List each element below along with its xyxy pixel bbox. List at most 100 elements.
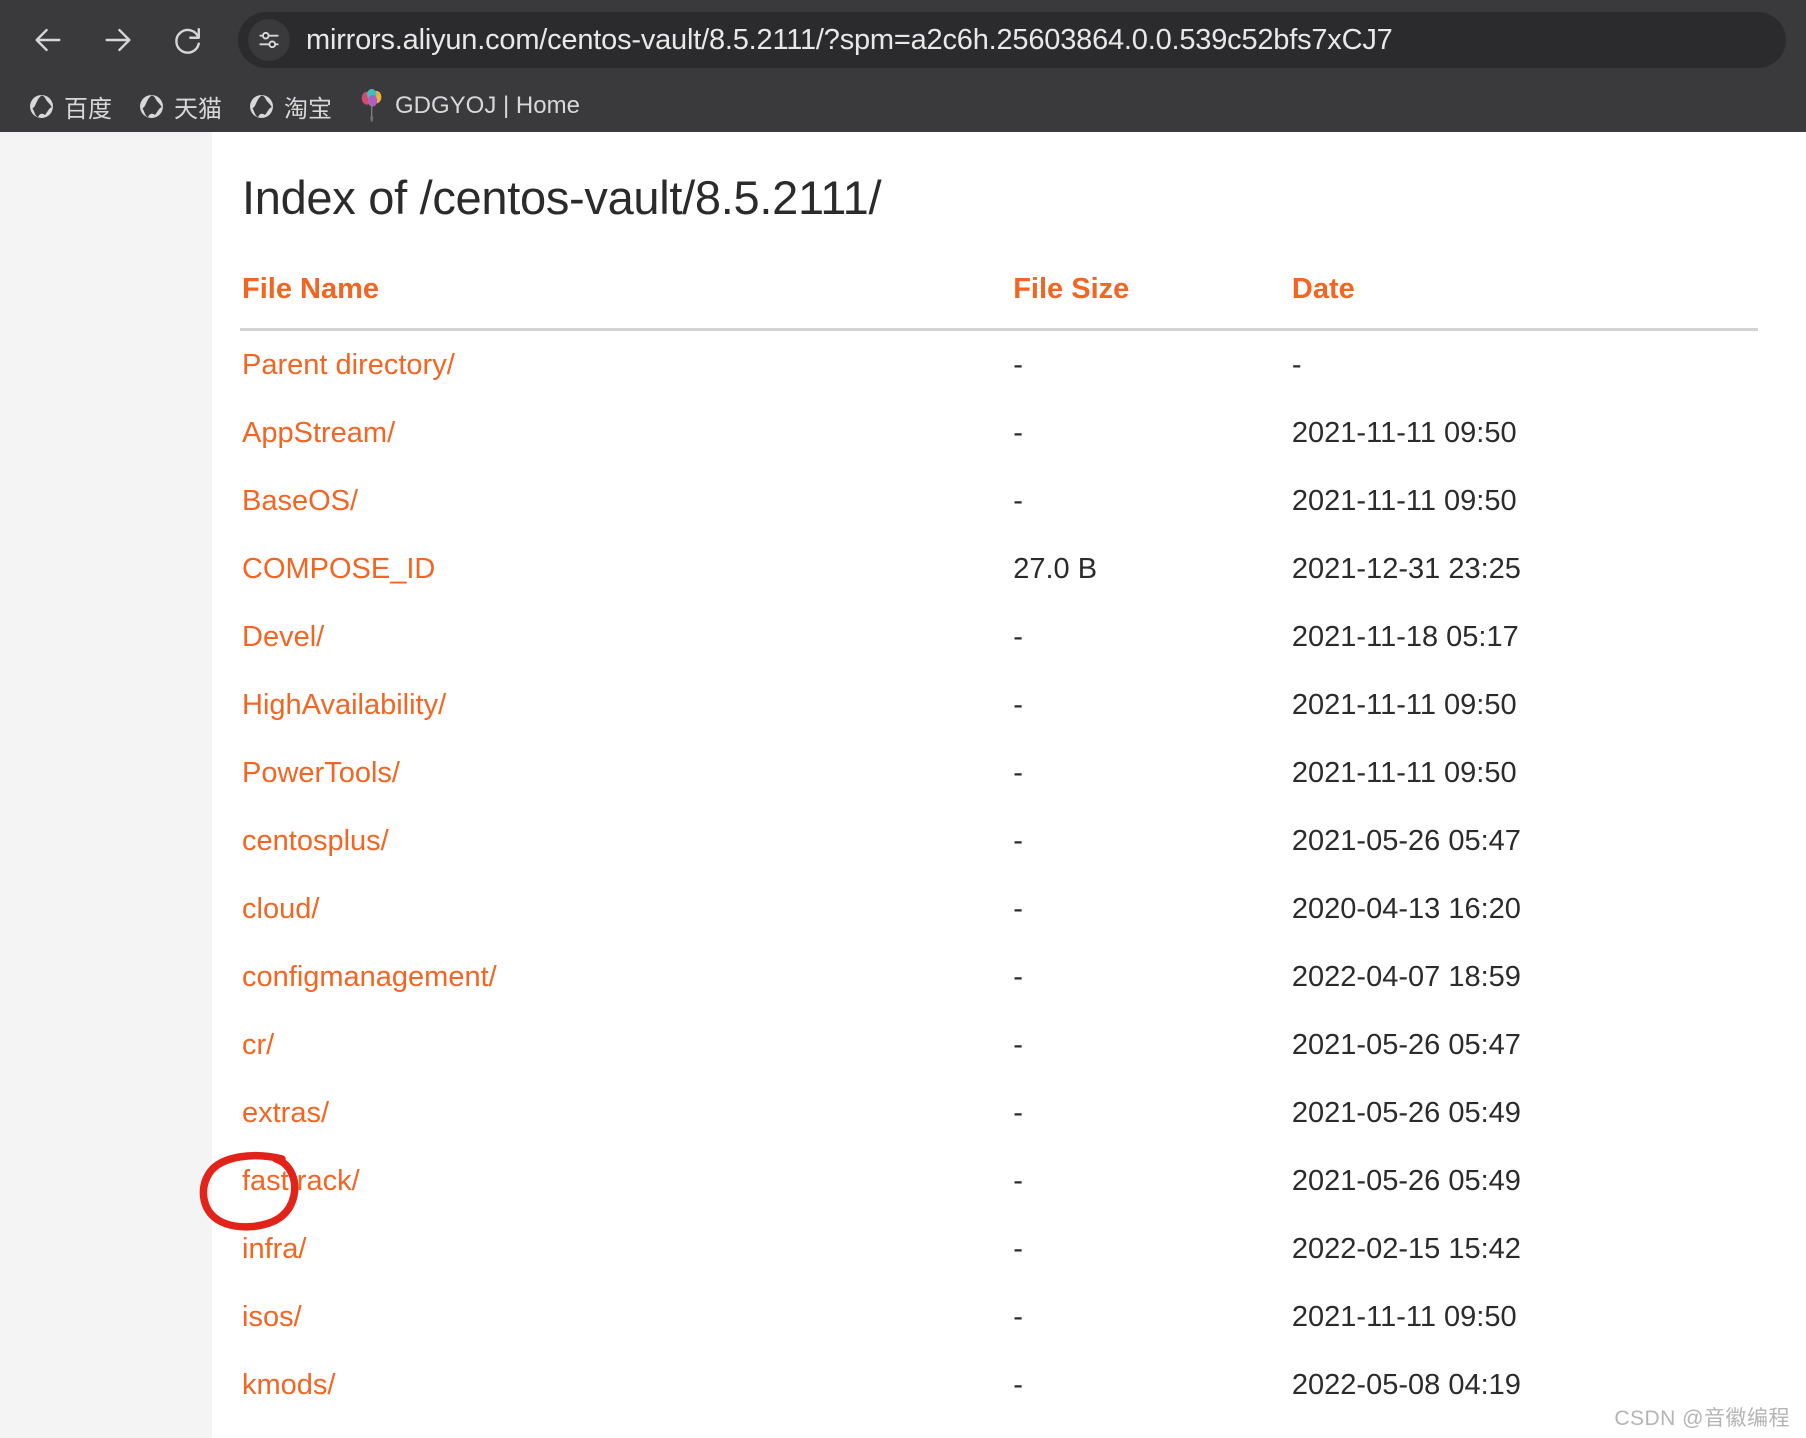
- page-viewport: Index of /centos-vault/8.5.2111/ File Na…: [0, 132, 1806, 1438]
- bookmark-label: 天猫: [174, 95, 222, 123]
- reload-icon: [175, 28, 200, 54]
- cell-file-name: messaging/: [240, 1419, 1011, 1438]
- forward-arrow-icon: [105, 28, 131, 52]
- cell-date: 2022-02-15 15:42: [1291, 1233, 1521, 1265]
- cell-file-size: -: [1013, 1029, 1023, 1061]
- globe-icon: [250, 94, 273, 118]
- file-link[interactable]: kmods/: [242, 1369, 335, 1401]
- file-link[interactable]: infra/: [242, 1233, 306, 1265]
- cell-file-size: -: [1013, 1097, 1023, 1129]
- cell-file-name: cloud/: [240, 875, 1011, 943]
- table-row: Devel/ - 2021-11-18 05:17: [240, 603, 1758, 671]
- cell-file-name: isos/: [240, 1283, 1011, 1351]
- cell-file-size: -: [1013, 1301, 1023, 1333]
- file-link[interactable]: AppStream/: [242, 417, 395, 449]
- table-row: isos/ - 2021-11-11 09:50: [240, 1283, 1758, 1351]
- bookmark-label: 百度: [64, 95, 112, 123]
- cell-date: 2022-04-07 18:59: [1291, 961, 1521, 993]
- cell-file-name: configmanagement/: [240, 943, 1011, 1011]
- cell-file-name: fasttrack/: [240, 1147, 1011, 1215]
- balloon-icon: [361, 89, 382, 122]
- column-header-file-name[interactable]: File Name: [240, 273, 1012, 331]
- table-row: cloud/ - 2020-04-13 16:20: [240, 875, 1758, 943]
- file-link[interactable]: HighAvailability/: [242, 689, 446, 721]
- table-row: Parent directory/ - -: [240, 330, 1758, 400]
- cell-file-name: Devel/: [240, 603, 1011, 671]
- cell-file-name: PowerTools/: [240, 739, 1011, 807]
- cell-file-name: HighAvailability/: [240, 671, 1011, 739]
- cell-file-size: -: [1013, 689, 1023, 721]
- bookmark-baidu[interactable]: 百度: [20, 86, 120, 126]
- cell-date: 2020-04-13 16:20: [1291, 893, 1521, 925]
- cell-file-size: -: [1013, 485, 1023, 517]
- bookmark-label: 淘宝: [284, 95, 332, 123]
- reload-button[interactable]: [164, 16, 212, 64]
- cell-file-size: -: [1013, 349, 1023, 381]
- file-link[interactable]: extras/: [242, 1097, 329, 1129]
- cell-date: 2021-11-11 09:50: [1291, 757, 1517, 789]
- forward-button[interactable]: [94, 16, 142, 64]
- table-header: File Name File Size Date: [240, 273, 1758, 331]
- cell-file-size: -: [1013, 961, 1023, 993]
- cell-file-name: kmods/: [240, 1351, 1011, 1419]
- table-row: PowerTools/ - 2021-11-11 09:50: [240, 739, 1758, 807]
- table-row: HighAvailability/ - 2021-11-11 09:50: [240, 671, 1758, 739]
- table-row: kmods/-2022-05-08 04:19: [240, 1351, 1758, 1419]
- url-text: mirrors.aliyun.com/centos-vault/8.5.2111…: [306, 23, 1393, 56]
- cell-date: 2021-05-26 05:47: [1291, 825, 1521, 857]
- cell-file-size: -: [1011, 1419, 1290, 1438]
- cell-date: 2021-12-31 23:25: [1291, 553, 1521, 585]
- cell-date: -: [1291, 349, 1302, 381]
- cell-file-size: -: [1013, 757, 1023, 789]
- file-link[interactable]: cr/: [242, 1029, 274, 1061]
- cell-file-name: infra/: [240, 1215, 1011, 1283]
- file-link[interactable]: Devel/: [242, 621, 324, 653]
- file-link[interactable]: COMPOSE_ID: [242, 553, 435, 585]
- table-header-row: File Name File Size Date: [240, 273, 1758, 331]
- cell-date: 2021-11-11 09:50: [1291, 417, 1517, 449]
- column-header-date[interactable]: Date: [1289, 273, 1758, 331]
- cell-date: 2021-05-26 05:49: [1291, 1165, 1521, 1197]
- table-row: AppStream/ - 2021-11-11 09:50: [240, 399, 1758, 467]
- table-row: infra/ - 2022-02-15 15:42: [240, 1215, 1758, 1283]
- site-info-button[interactable]: [248, 19, 290, 61]
- cell-date: 2021-05-26 05:47: [1291, 1029, 1521, 1061]
- cell-file-size: -: [1013, 1165, 1023, 1197]
- table-row: COMPOSE_ID 27.0 B 2021-12-31 23:25: [240, 535, 1758, 603]
- cell-file-name: extras/: [240, 1079, 1011, 1147]
- cell-date: 2021-11-11 09:50: [1291, 485, 1517, 517]
- tune-sliders-icon: [259, 31, 279, 49]
- cell-date: 2021-11-11 09:50: [1291, 1301, 1517, 1333]
- file-link[interactable]: cloud/: [242, 893, 319, 925]
- file-link[interactable]: Parent directory/: [242, 349, 455, 381]
- bookmark-taobao[interactable]: 淘宝: [240, 86, 340, 126]
- cell-date: 2021-05-26 05:49: [1291, 1097, 1521, 1129]
- file-link[interactable]: fasttrack/: [242, 1165, 360, 1197]
- file-link[interactable]: centosplus/: [242, 825, 389, 857]
- bookmarks-bar: 百度 天猫 淘宝 GDGYOJ | Home: [0, 80, 1806, 132]
- cell-file-name: centosplus/: [240, 807, 1011, 875]
- bookmark-gdgyoj[interactable]: GDGYOJ | Home: [350, 86, 588, 126]
- browser-toolbar: mirrors.aliyun.com/centos-vault/8.5.2111…: [0, 0, 1806, 80]
- cell-file-size: -: [1013, 1369, 1023, 1401]
- table-row: fasttrack/ - 2021-05-26 05:49: [240, 1147, 1758, 1215]
- file-link[interactable]: isos/: [242, 1301, 302, 1333]
- file-link[interactable]: PowerTools/: [242, 757, 400, 789]
- cell-file-size: -: [1013, 417, 1023, 449]
- globe-icon: [140, 94, 163, 118]
- back-arrow-icon: [35, 28, 61, 52]
- bookmark-tmall[interactable]: 天猫: [130, 86, 230, 126]
- file-link[interactable]: configmanagement/: [242, 961, 497, 993]
- globe-icon: [30, 94, 53, 118]
- directory-index-page: Index of /centos-vault/8.5.2111/ File Na…: [212, 132, 1806, 1438]
- cell-file-name: Parent directory/: [240, 330, 1011, 400]
- column-header-file-size[interactable]: File Size: [1011, 273, 1290, 331]
- bookmark-label: GDGYOJ | Home: [395, 92, 580, 119]
- table-row: BaseOS/ - 2021-11-11 09:50: [240, 467, 1758, 535]
- back-button[interactable]: [24, 16, 72, 64]
- address-bar[interactable]: mirrors.aliyun.com/centos-vault/8.5.2111…: [238, 12, 1786, 68]
- csdn-watermark: CSDN @音徽编程: [1614, 1407, 1790, 1430]
- directory-listing-table: File Name File Size Date Parent director…: [240, 273, 1758, 1438]
- file-link[interactable]: BaseOS/: [242, 485, 358, 517]
- cell-file-size: -: [1013, 1233, 1023, 1265]
